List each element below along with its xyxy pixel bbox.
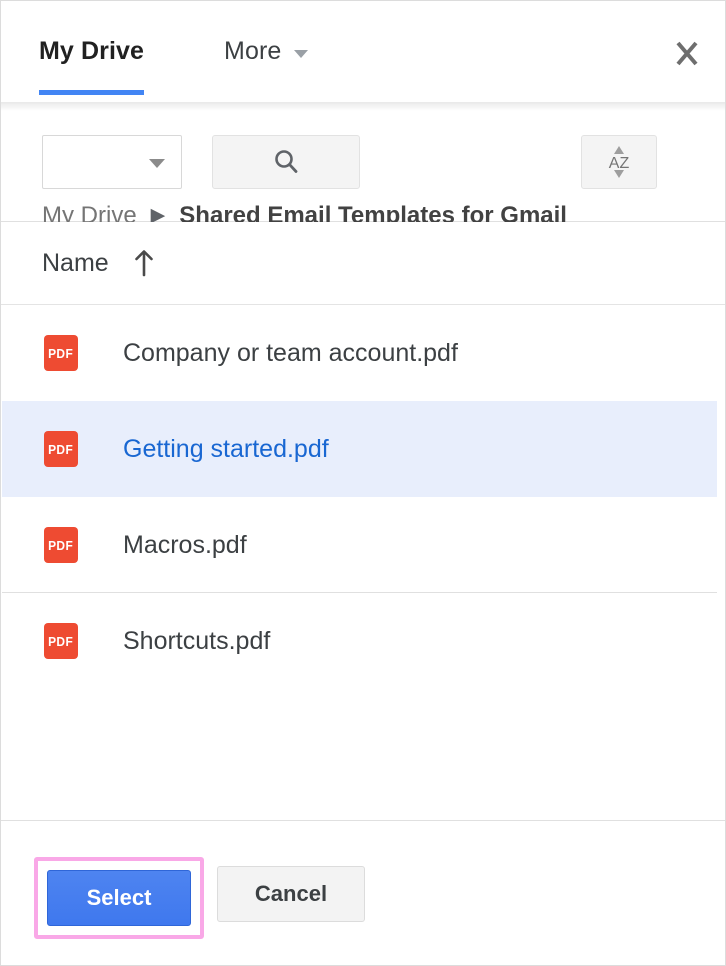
sort-az-icon: AZ [609, 146, 630, 178]
table-row[interactable]: PDF Macros.pdf [2, 497, 717, 593]
search-icon [275, 150, 298, 173]
column-header-row: Name [1, 222, 725, 305]
dialog-header: My Drive More [1, 1, 725, 102]
svg-text:AZ: AZ [609, 155, 630, 172]
tab-my-drive[interactable]: My Drive [39, 1, 145, 102]
pdf-icon-label: PDF [48, 441, 74, 457]
table-row[interactable]: PDF Shortcuts.pdf [2, 593, 717, 689]
pdf-icon: PDF [44, 623, 78, 659]
tab-more-label: More [224, 37, 282, 65]
row-divider [2, 688, 717, 689]
pdf-icon-label: PDF [48, 633, 74, 649]
column-header-name[interactable]: Name [42, 249, 109, 278]
file-name: Company or team account.pdf [123, 338, 458, 367]
pdf-icon: PDF [44, 431, 78, 467]
chevron-down-icon [149, 159, 165, 168]
select-button[interactable]: Select [47, 870, 191, 926]
close-icon [676, 41, 698, 66]
pdf-icon-label: PDF [48, 345, 74, 361]
file-name: Getting started.pdf [123, 434, 329, 463]
sort-ascending-arrow-icon[interactable] [131, 247, 157, 279]
cancel-button[interactable]: Cancel [217, 866, 365, 922]
tab-my-drive-label: My Drive [39, 37, 145, 65]
picker-toolbar: AZ My Drive ▶ Shared Email Templates for… [1, 102, 725, 229]
tab-more[interactable]: More [224, 1, 309, 102]
file-name: Macros.pdf [123, 530, 247, 559]
pdf-icon: PDF [44, 527, 78, 563]
table-row[interactable]: PDF Getting started.pdf [2, 401, 717, 497]
file-list[interactable]: PDF Company or team account.pdf PDF Gett… [1, 305, 725, 820]
select-button-highlight: Select [34, 857, 204, 939]
sort-order-button[interactable]: AZ [581, 135, 657, 189]
pdf-icon-label: PDF [48, 537, 74, 553]
search-button[interactable] [212, 135, 360, 189]
pdf-icon: PDF [44, 335, 78, 371]
close-button[interactable] [667, 37, 707, 71]
dialog-footer: Select Cancel [1, 820, 725, 965]
table-row[interactable]: PDF Company or team account.pdf [2, 305, 717, 401]
tab-bar: My Drive More [39, 1, 309, 102]
chevron-down-icon [294, 49, 309, 58]
drive-file-picker-dialog: My Drive More AZ My Drive ▶ Shared Email… [0, 0, 726, 966]
file-name: Shortcuts.pdf [123, 626, 271, 655]
filter-dropdown[interactable] [42, 135, 182, 189]
